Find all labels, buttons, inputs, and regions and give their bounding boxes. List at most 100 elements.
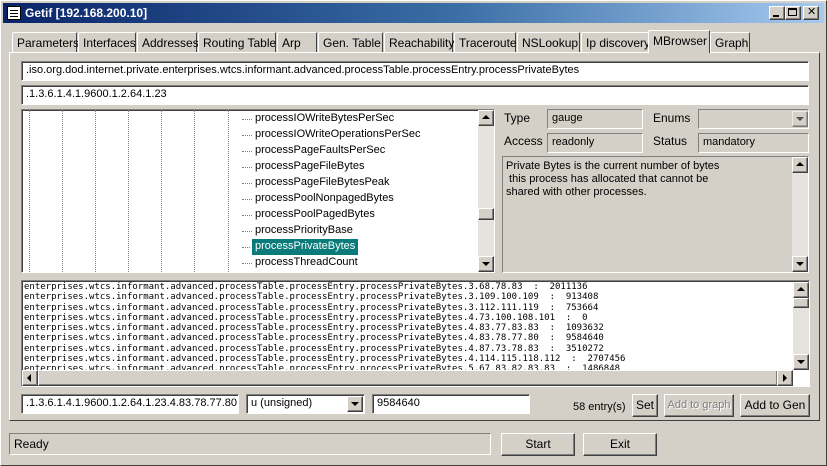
minimize-icon [773,15,779,17]
tab-label: Traceroute [459,36,517,50]
entry-count: 58 entry(s) [573,401,626,413]
oid-name-field[interactable]: .iso.org.dod.internet.private.enterprise… [21,61,809,81]
result-row[interactable]: enterprises.wtcs.informant.advanced.proc… [21,323,810,333]
add-to-graph-button[interactable]: Add to graph [664,394,734,417]
exit-button[interactable]: Exit [583,433,657,456]
tab-graph[interactable]: Graph [710,32,750,52]
result-row[interactable]: enterprises.wtcs.informant.advanced.proc… [21,333,810,343]
tree-connector [242,199,252,200]
tab-label: Gen. Table [323,36,381,50]
tree-item[interactable]: processPageFaultsPerSec [252,143,388,159]
enums-dropdown-arrow-icon[interactable] [792,111,808,127]
scroll-thumb[interactable] [478,208,494,220]
tab-routing-table[interactable]: Routing Table [198,32,276,52]
tree-guide-line [95,110,96,272]
type-label: Type [504,111,531,125]
app-icon [7,6,21,20]
results-hscrollbar[interactable] [22,370,793,386]
description-text: Private Bytes is the current number of b… [506,160,720,198]
access-field: readonly [547,133,643,153]
tree-connector [242,135,252,136]
tree-guide-line [29,110,30,272]
tree-item[interactable]: processPriorityBase [252,223,356,239]
tab-label: Graph [715,36,749,50]
tree-item[interactable]: processPoolNonpagedBytes [252,191,397,207]
tab-label: MBrowser [653,34,708,48]
tree-connector [242,119,252,120]
description-scrollbar[interactable] [792,157,808,272]
tab-nslookup[interactable]: NSLookup [517,32,580,52]
access-label: Access [504,134,543,148]
set-value-field[interactable]: 9584640 [372,394,530,414]
scroll-thumb[interactable] [38,370,778,386]
tab-reachability[interactable]: Reachability [384,32,455,52]
scroll-left-icon[interactable] [22,370,38,386]
result-row[interactable]: enterprises.wtcs.informant.advanced.proc… [21,354,810,364]
tab-ip-discovery[interactable]: Ip discovery [581,32,651,52]
scroll-up-icon[interactable] [478,110,494,126]
enums-label: Enums [653,111,691,125]
set-oid-field[interactable]: .1.3.6.1.4.1.9600.1.2.64.1.23.4.83.78.77… [21,394,239,414]
tab-traceroute[interactable]: Traceroute [454,32,517,52]
close-button[interactable]: ✕ [803,6,819,20]
set-button[interactable]: Set [632,394,658,417]
result-row[interactable]: enterprises.wtcs.informant.advanced.proc… [21,313,810,323]
tab-label: Interfaces [83,36,136,50]
set-type-dropdown-arrow-icon[interactable] [347,396,363,412]
scroll-up-icon[interactable] [793,282,809,298]
tree-item[interactable]: processPageFileBytes [252,159,367,175]
tab-label: Arp [282,36,301,50]
oid-numeric-field[interactable]: .1.3.6.1.4.1.9600.1.2.64.1.23 [21,85,809,105]
tree-item[interactable]: processIOWriteBytesPerSec [252,111,397,127]
add-to-gen-button[interactable]: Add to Gen [740,394,810,417]
status-field: mandatory [698,133,809,153]
scroll-up-icon[interactable] [792,157,808,173]
scroll-down-icon[interactable] [478,256,494,272]
tab-interfaces[interactable]: Interfaces [78,32,136,52]
tab-parameters[interactable]: Parameters [12,32,79,52]
tree-guide-line [161,110,162,272]
close-icon: ✕ [807,6,817,18]
result-row[interactable]: enterprises.wtcs.informant.advanced.proc… [21,292,810,302]
tree-item[interactable]: processPageFileBytesPeak [252,175,393,191]
scroll-thumb[interactable] [793,298,809,308]
tree-connector [242,263,252,264]
tree-connector [242,167,252,168]
start-button[interactable]: Start [501,433,575,456]
type-field: gauge [547,109,643,129]
tab-label: NSLookup [522,36,579,50]
window-title: Getif [192.168.200.10] [25,6,148,20]
tab-label: Reachability [389,36,455,50]
tree-connector [242,183,252,184]
tab-label: Ip discovery [586,36,651,50]
mib-tree[interactable]: processIOWriteBytesPerSec processIOWrite… [21,109,495,273]
description-box[interactable]: Private Bytes is the current number of b… [502,156,809,273]
tree-item[interactable]: processPoolPagedBytes [252,207,378,223]
minimize-button[interactable] [769,6,785,20]
maximize-button[interactable] [785,6,801,20]
title-bar[interactable]: Getif [192.168.200.10] ✕ [3,3,824,23]
tree-item-selected[interactable]: processPrivateBytes [250,238,360,256]
tree-scrollbar[interactable] [478,110,494,272]
tab-label: Addresses [142,36,199,50]
tab-gen-table[interactable]: Gen. Table [318,32,383,52]
result-row[interactable]: enterprises.wtcs.informant.advanced.proc… [21,282,810,292]
scroll-down-icon[interactable] [792,256,808,272]
tree-guide-line [62,110,63,272]
tree-guide-line [128,110,129,272]
tree-connector [242,247,252,248]
tree-guide-line [194,110,195,272]
result-row[interactable]: enterprises.wtcs.informant.advanced.proc… [21,303,810,313]
tree-item[interactable]: processThreadCount [252,255,361,271]
tree-item[interactable]: processIOWriteOperationsPerSec [252,127,423,143]
tab-arp[interactable]: Arp [277,32,317,52]
results-vscrollbar[interactable] [793,282,809,370]
result-row[interactable]: enterprises.wtcs.informant.advanced.proc… [21,344,810,354]
tab-mbrowser[interactable]: MBrowser [648,30,710,53]
tree-connector [242,231,252,232]
tab-addresses[interactable]: Addresses [137,32,199,52]
scroll-right-icon[interactable] [777,370,793,386]
scroll-down-icon[interactable] [793,354,809,370]
tree-connector [242,215,252,216]
tree-guide-line [228,110,229,272]
